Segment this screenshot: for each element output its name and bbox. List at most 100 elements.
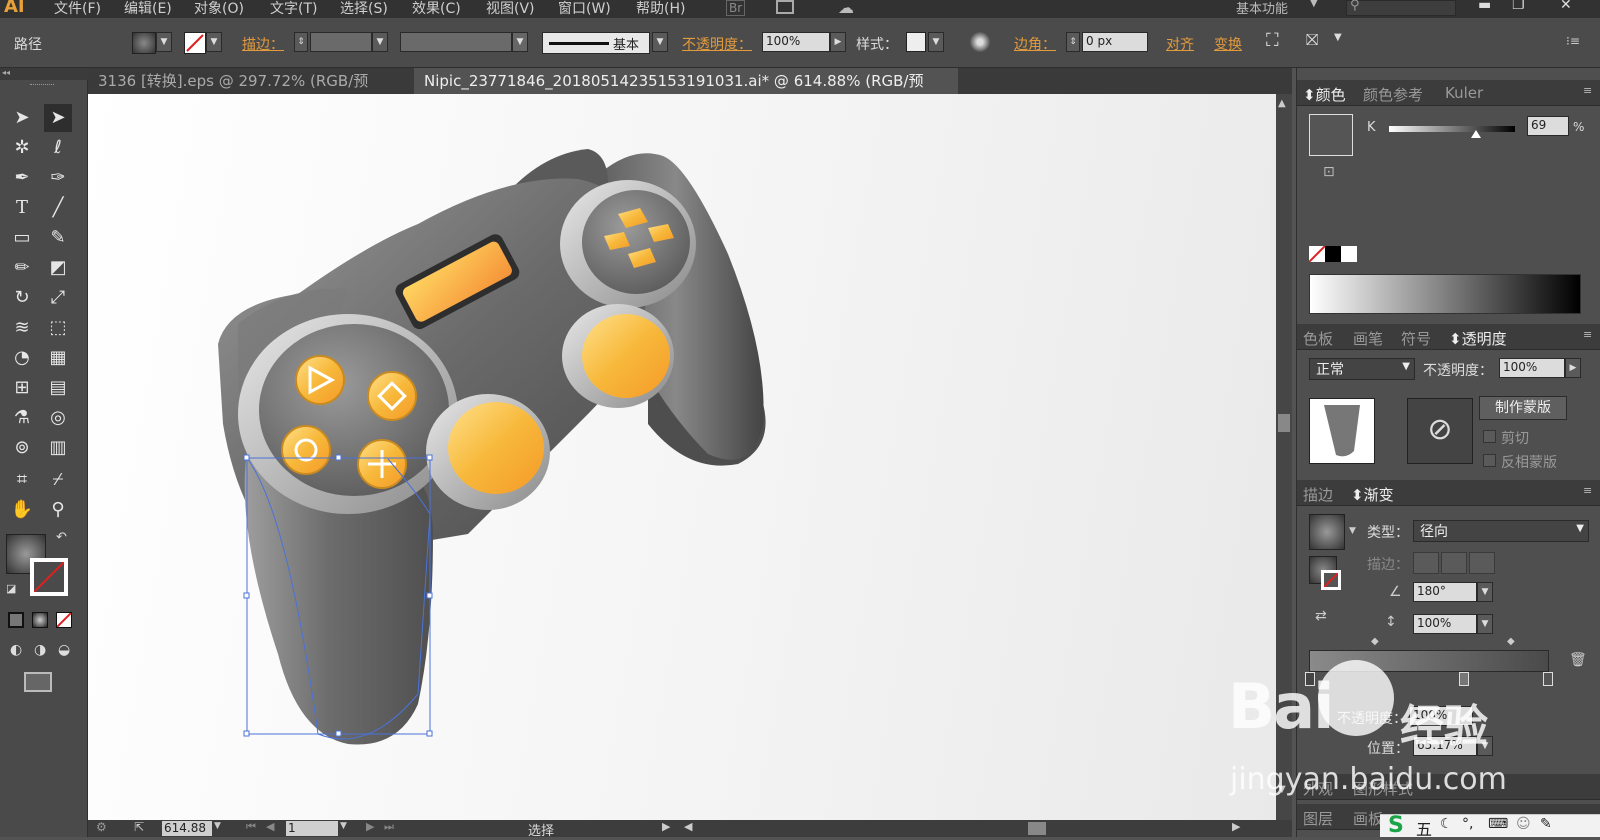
variable-width-dropdown[interactable]: ▼ <box>512 32 528 52</box>
zoom-field[interactable]: 614.88 <box>162 821 212 836</box>
out-of-gamut-icon[interactable]: ⊡ <box>1323 164 1335 180</box>
tab-symbols[interactable]: 符号 <box>1401 328 1431 349</box>
rotate-tool-icon[interactable]: ↻ <box>8 284 36 312</box>
restore-button[interactable]: ❐ <box>1512 0 1525 13</box>
type-tool-icon[interactable]: T <box>8 194 36 222</box>
artboard-canvas[interactable] <box>88 94 1276 820</box>
tab-transparency[interactable]: ⬍透明度 <box>1449 328 1507 349</box>
fill-swatch[interactable] <box>132 32 156 54</box>
tab-stroke[interactable]: 描边 <box>1303 484 1333 505</box>
color-panel-menu-icon[interactable]: ≡ <box>1583 84 1592 97</box>
toolbox-collapse-icon[interactable]: ◂◂ <box>0 68 88 80</box>
gradient-menu-icon[interactable]: ≡ <box>1583 484 1592 497</box>
color-preview-swatch[interactable] <box>1309 114 1353 156</box>
artboard-dropdown-icon[interactable]: ▼ <box>340 821 347 831</box>
gradient-angle-dropdown[interactable]: ▼ <box>1477 582 1493 602</box>
keyboard-icon[interactable]: ⌨ <box>1488 816 1508 832</box>
hscroll-right-icon[interactable]: ▶ <box>1232 820 1240 833</box>
workspace-switcher[interactable]: 基本功能 <box>1236 0 1288 17</box>
sync-icon[interactable]: ☁ <box>838 0 854 17</box>
menu-object[interactable]: 对象(O) <box>194 0 244 18</box>
gradient-preset-chevron-icon[interactable]: ▼ <box>1349 526 1356 536</box>
gradient-tool-icon[interactable]: ▤ <box>44 374 72 402</box>
scroll-up-icon[interactable]: ▲ <box>1278 98 1286 109</box>
control-menu-icon[interactable]: ⁝≡ <box>1566 34 1580 48</box>
no-mask-icon[interactable]: ⊘ <box>1407 398 1473 464</box>
gradient-stop-3[interactable] <box>1543 672 1553 686</box>
eraser-tool-icon[interactable]: ◩ <box>44 254 72 282</box>
rectangle-tool-icon[interactable]: ▭ <box>8 224 36 252</box>
mesh-tool-icon[interactable]: ⊞ <box>8 374 36 402</box>
column-graph-tool-icon[interactable]: ▥ <box>44 434 72 462</box>
tab-color-guide[interactable]: 颜色参考 <box>1363 84 1423 105</box>
none-swatch[interactable] <box>1308 245 1326 263</box>
stroke-swatch[interactable] <box>184 32 206 54</box>
stroke-dropdown[interactable]: ▼ <box>206 32 222 52</box>
corner-stepper[interactable]: ⇕ <box>1066 32 1080 52</box>
stroke-weight-field[interactable] <box>310 32 372 52</box>
scroll-thumb[interactable] <box>1278 414 1290 432</box>
white-swatch[interactable] <box>1341 246 1357 262</box>
menu-type[interactable]: 文字(T) <box>270 0 317 18</box>
transparency-opacity-field[interactable]: 100% <box>1499 358 1565 378</box>
line-tool-icon[interactable]: ╱ <box>44 194 72 222</box>
transparency-menu-icon[interactable]: ≡ <box>1583 328 1592 341</box>
gradient-stop-2[interactable] <box>1459 672 1469 686</box>
black-swatch[interactable] <box>1325 246 1341 262</box>
default-colors-icon[interactable]: ◪ <box>6 582 16 595</box>
tab-artboards[interactable]: 画板 <box>1353 808 1383 829</box>
workspace-chevron-icon[interactable]: ▼ <box>1310 0 1318 9</box>
gradient-aspect-dropdown[interactable]: ▼ <box>1477 614 1493 634</box>
midpoint-diamond-1[interactable]: ◆ <box>1371 636 1379 647</box>
opacity-label[interactable]: 不透明度： <box>682 34 752 54</box>
stroke-along-icon[interactable] <box>1441 552 1467 574</box>
transparency-opacity-arrow[interactable]: ▶ <box>1565 358 1581 378</box>
moon-icon[interactable]: ☾ <box>1440 816 1453 832</box>
k-slider-thumb[interactable] <box>1470 130 1481 138</box>
blend-mode-select[interactable]: 正常 ▼ <box>1309 358 1415 380</box>
invert-mask-checkbox[interactable] <box>1483 454 1496 467</box>
tab-kuler[interactable]: Kuler <box>1445 84 1483 102</box>
tab-document-1[interactable]: 3136 [转换].eps @ 297.72% (RGB/预览)× <box>88 68 414 116</box>
brush-dropdown[interactable]: ▼ <box>652 32 668 52</box>
k-value-field[interactable]: 69 <box>1527 116 1569 136</box>
midpoint-diamond-2[interactable]: ◆ <box>1507 636 1515 647</box>
stroke-within-icon[interactable] <box>1413 552 1439 574</box>
opacity-field[interactable]: 100% <box>762 32 830 52</box>
corner-radius-field[interactable]: 0 px <box>1082 32 1148 52</box>
recolor-artwork-icon[interactable] <box>970 32 990 52</box>
status-share-icon[interactable]: ⇱ <box>134 820 144 834</box>
menu-window[interactable]: 窗口(W) <box>558 0 611 18</box>
tab-swatches[interactable]: 色板 <box>1303 328 1333 349</box>
tab-document-2[interactable]: Nipic_23771846_20180514235153191031.ai* … <box>414 68 958 116</box>
align-link[interactable]: 对齐 <box>1166 34 1194 54</box>
swap-colors-icon[interactable]: ↶ <box>56 530 67 545</box>
hscroll-thumb[interactable] <box>1028 822 1046 835</box>
blend-tool-icon[interactable]: ◎ <box>44 404 72 432</box>
width-tool-icon[interactable]: ≋ <box>8 314 36 342</box>
stroke-across-icon[interactable] <box>1469 552 1495 574</box>
gradient-stroke-icon[interactable] <box>1321 570 1341 590</box>
arrange-documents-icon[interactable] <box>776 0 794 14</box>
make-mask-button[interactable]: 制作蒙版 <box>1479 396 1567 420</box>
transform-link[interactable]: 变换 <box>1214 34 1242 54</box>
isolate-icon[interactable]: ⛶ <box>1266 30 1279 51</box>
symbol-sprayer-tool-icon[interactable]: ⊚ <box>8 434 36 462</box>
gradient-type-select[interactable]: 径向 ▼ <box>1413 520 1589 542</box>
stroke-label[interactable]: 描边： <box>242 34 284 54</box>
hscroll-left-icon[interactable]: ◀ <box>684 820 692 833</box>
menu-view[interactable]: 视图(V) <box>486 0 535 18</box>
color-mode-icon[interactable] <box>8 612 24 628</box>
curvature-tool-icon[interactable]: ✑ <box>44 164 72 192</box>
lasso-tool-icon[interactable]: ℓ <box>44 134 72 162</box>
none-mode-icon[interactable] <box>56 612 72 628</box>
sogou-logo-icon[interactable]: S <box>1388 813 1404 838</box>
draw-normal-icon[interactable]: ◐ <box>10 642 22 658</box>
shape-builder-tool-icon[interactable]: ◔ <box>8 344 36 372</box>
select-similar-icon[interactable]: ⛝ <box>1306 30 1318 50</box>
opacity-arrow[interactable]: ▶ <box>830 32 846 52</box>
first-artboard-icon[interactable]: ⏮ <box>246 820 256 834</box>
pencil-tool-icon[interactable]: ✏ <box>8 254 36 282</box>
tab-color[interactable]: ⬍颜色 <box>1303 84 1346 105</box>
search-input[interactable]: ⚲ <box>1346 0 1456 16</box>
